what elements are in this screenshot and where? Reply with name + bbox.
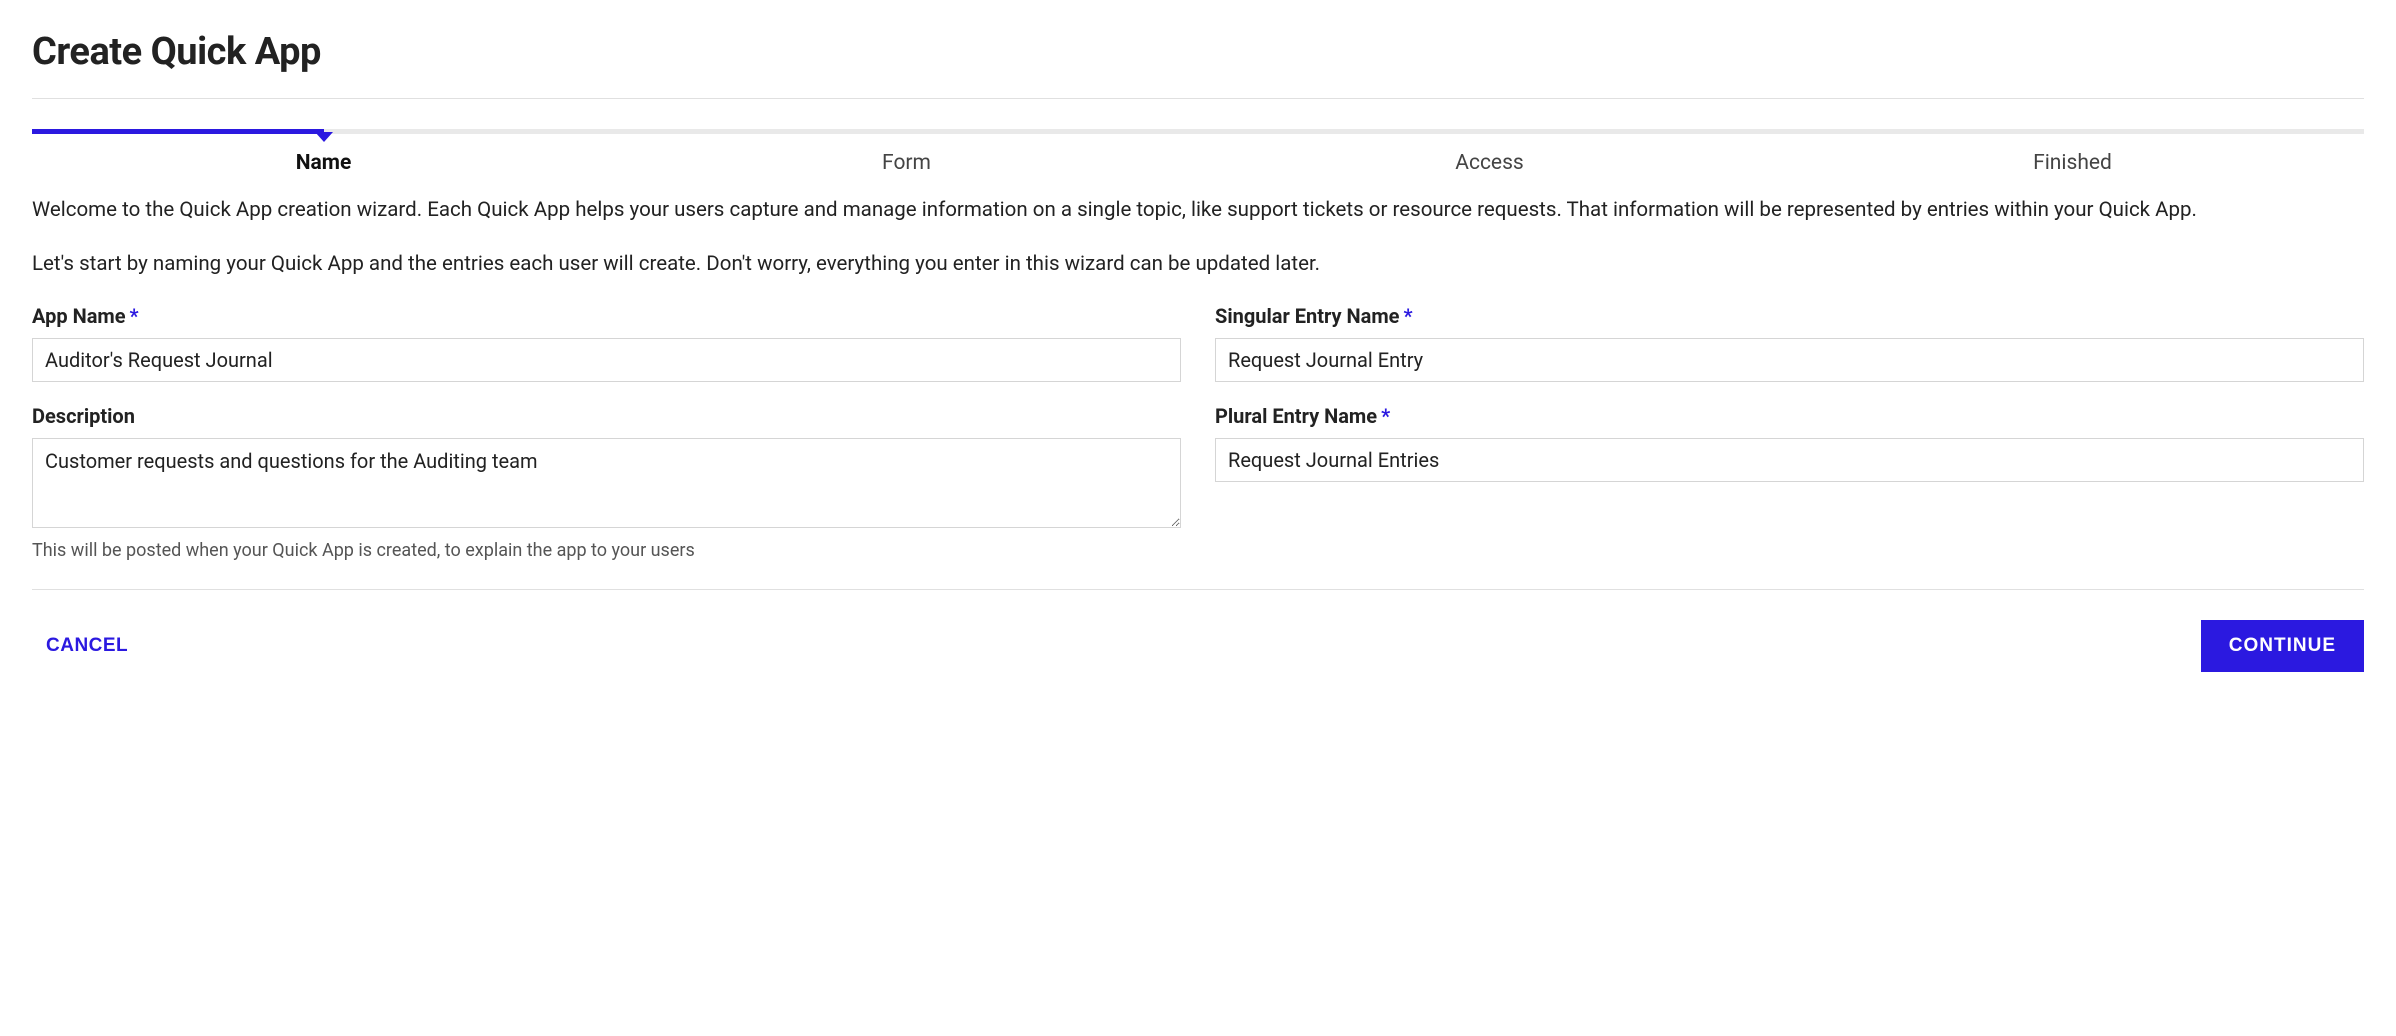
required-star-icon: *: [1381, 404, 1390, 428]
app-name-label: App Name*: [32, 304, 1181, 328]
plural-entry-name-label: Plural Entry Name*: [1215, 404, 2364, 428]
form-grid: App Name* Singular Entry Name* Descripti…: [32, 304, 2364, 561]
continue-button[interactable]: CONTINUE: [2201, 620, 2364, 672]
cancel-button[interactable]: CANCEL: [32, 627, 142, 665]
wizard-steps: Name Form Access Finished: [32, 129, 2364, 175]
wizard-step-access[interactable]: Access: [1198, 129, 1781, 175]
wizard-pointer-caret-icon: [315, 132, 333, 142]
required-star-icon: *: [1403, 304, 1412, 328]
footer-actions: CANCEL CONTINUE: [32, 590, 2364, 672]
field-app-name: App Name*: [32, 304, 1181, 382]
wizard-step-finished[interactable]: Finished: [1781, 129, 2364, 175]
field-plural-entry-name: Plural Entry Name*: [1215, 404, 2364, 482]
description-helper-text: This will be posted when your Quick App …: [32, 540, 1181, 561]
wizard-progress: [32, 129, 324, 134]
intro-paragraph-2: Let's start by naming your Quick App and…: [32, 251, 2364, 279]
app-name-label-text: App Name: [32, 304, 126, 328]
singular-entry-name-label-text: Singular Entry Name: [1215, 304, 1399, 328]
field-description: Description This will be posted when you…: [32, 404, 1181, 561]
singular-entry-name-input[interactable]: [1215, 338, 2364, 382]
page-title: Create Quick App: [32, 30, 2364, 74]
field-singular-entry-name: Singular Entry Name*: [1215, 304, 2364, 382]
plural-entry-name-label-text: Plural Entry Name: [1215, 404, 1377, 428]
description-label-text: Description: [32, 404, 135, 428]
singular-entry-name-label: Singular Entry Name*: [1215, 304, 2364, 328]
description-textarea[interactable]: [32, 438, 1181, 528]
intro-text: Welcome to the Quick App creation wizard…: [32, 197, 2364, 278]
description-label: Description: [32, 404, 1181, 428]
divider-top: [32, 98, 2364, 99]
wizard-track: [32, 129, 2364, 134]
plural-entry-name-input[interactable]: [1215, 438, 2364, 482]
wizard-step-form[interactable]: Form: [615, 129, 1198, 175]
required-star-icon: *: [130, 304, 139, 328]
app-name-input[interactable]: [32, 338, 1181, 382]
intro-paragraph-1: Welcome to the Quick App creation wizard…: [32, 197, 2364, 225]
